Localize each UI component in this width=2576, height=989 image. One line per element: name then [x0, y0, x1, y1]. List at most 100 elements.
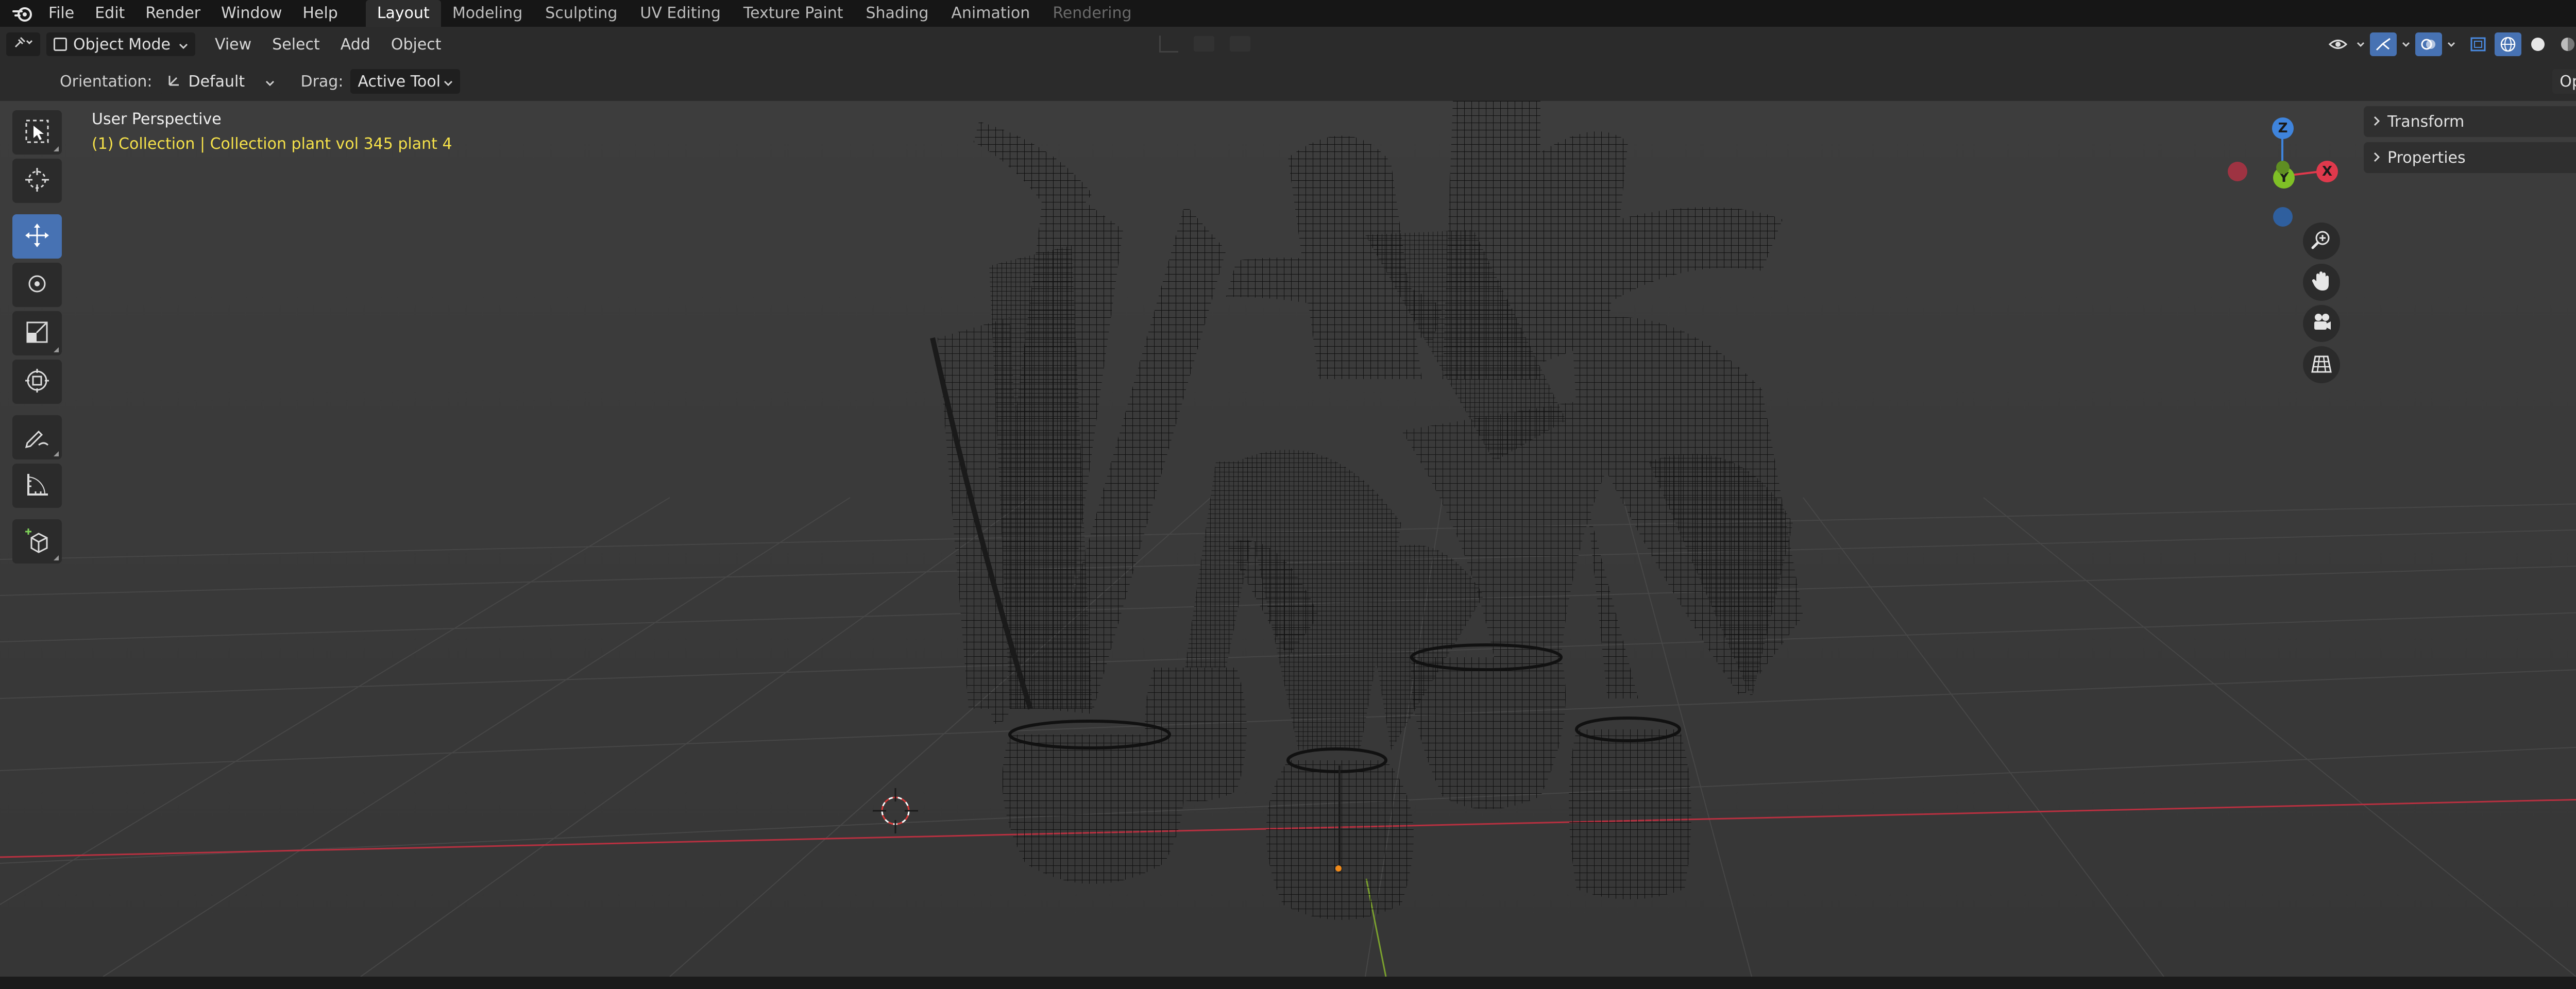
camera-view-button[interactable]	[2303, 305, 2340, 342]
mode-dropdown[interactable]: Object Mode	[46, 32, 195, 56]
hand-icon	[2310, 270, 2333, 295]
menu-edit[interactable]: Edit	[84, 0, 135, 27]
cursor-icon	[23, 166, 51, 196]
gizmo-neg-y-axis[interactable]	[2276, 161, 2290, 174]
proportional-icon	[1230, 36, 1250, 52]
panel-properties-label: Properties	[2387, 148, 2466, 167]
object-origin-dot	[1335, 865, 1342, 872]
viewport-scene	[0, 101, 2576, 977]
solid-shading-icon[interactable]	[2524, 32, 2551, 56]
panel-properties[interactable]: Properties	[2364, 142, 2576, 173]
drag-label: Drag:	[300, 72, 344, 91]
tab-shading[interactable]: Shading	[854, 0, 940, 27]
status-bar	[0, 977, 2576, 989]
cursor-tool[interactable]	[12, 159, 62, 203]
menu-help[interactable]: Help	[292, 0, 348, 27]
menu-select[interactable]: Select	[262, 36, 330, 54]
transform-tool[interactable]	[12, 360, 62, 404]
move-icon	[23, 221, 51, 251]
visibility-icon[interactable]	[2325, 32, 2351, 56]
gizmo-toggle-icon[interactable]	[2370, 32, 2397, 56]
chevron-down-icon	[179, 36, 188, 54]
options-label: Options	[2560, 72, 2576, 91]
tab-layout[interactable]: Layout	[365, 0, 441, 27]
tool-shelf	[12, 110, 65, 568]
grid-icon	[2310, 352, 2333, 377]
ortho-toggle-button[interactable]	[2303, 346, 2340, 383]
camera-icon	[2310, 311, 2333, 336]
menu-add[interactable]: Add	[330, 36, 381, 54]
sidebar-n-panel: Transform Properties	[2364, 101, 2576, 173]
add-cube-icon	[23, 526, 51, 556]
measure-icon	[23, 471, 51, 501]
add-cube-tool[interactable]	[12, 519, 62, 564]
overlays-icon[interactable]	[2415, 32, 2442, 56]
editor-type-icon	[13, 35, 33, 54]
drag-value: Active Tool	[358, 72, 441, 91]
object-mode-icon	[54, 38, 67, 51]
tab-animation[interactable]: Animation	[940, 0, 1041, 27]
scale-tool[interactable]	[12, 311, 62, 355]
gizmo-neg-z-axis[interactable]	[2273, 207, 2293, 227]
options-button[interactable]: Options	[2552, 69, 2576, 94]
zoom-view-button[interactable]	[2303, 223, 2340, 260]
pan-view-button[interactable]	[2303, 264, 2340, 301]
chevron-down-icon	[444, 73, 453, 91]
3d-viewport[interactable]: User Perspective (1) Collection | Collec…	[0, 101, 2576, 977]
top-menu-bar: File Edit Render Window Help Layout Mode…	[0, 0, 2576, 27]
gizmo-z-axis[interactable]: Z	[2272, 117, 2294, 139]
measure-tool[interactable]	[12, 464, 62, 508]
tab-rendering[interactable]: Rendering	[1041, 0, 1143, 27]
orientation-value: Default	[188, 72, 245, 91]
chevron-down-icon	[265, 73, 275, 91]
blender-logo-icon[interactable]	[7, 0, 38, 27]
chevron-down-icon[interactable]	[2400, 32, 2412, 56]
rotate-tool[interactable]	[12, 263, 62, 307]
global-axis-icon	[1159, 35, 1178, 53]
annotate-icon	[23, 422, 51, 452]
menu-window[interactable]: Window	[211, 0, 292, 27]
chevron-right-icon	[2373, 149, 2380, 167]
navigation-gizmo[interactable]: Z X Y	[2215, 107, 2339, 231]
gizmo-neg-x-axis[interactable]	[2228, 162, 2247, 181]
tool-settings-bar: Orientation: Default Drag: Active Tool O…	[0, 62, 2576, 101]
menu-view[interactable]: View	[205, 36, 262, 54]
menu-file[interactable]: File	[38, 0, 84, 27]
move-tool[interactable]	[12, 214, 62, 259]
menu-object[interactable]: Object	[381, 36, 452, 54]
select-box-tool[interactable]	[12, 110, 62, 155]
workspace-tabs: Layout Modeling Sculpting UV Editing Tex…	[365, 0, 1143, 27]
collection-info-label: (1) Collection | Collection plant vol 34…	[92, 135, 452, 153]
xray-toggle-icon[interactable]	[2465, 32, 2492, 56]
panel-transform[interactable]: Transform	[2364, 106, 2576, 137]
transform-orientation-faded[interactable]	[1159, 32, 1427, 56]
mode-label: Object Mode	[73, 35, 171, 54]
snap-icon	[1194, 36, 1214, 52]
zoom-icon	[2310, 229, 2333, 253]
menu-render[interactable]: Render	[135, 0, 211, 27]
viewport-header: Object Mode View Select Add Object	[0, 27, 2576, 62]
editor-type-button[interactable]	[6, 32, 40, 56]
rotate-icon	[23, 270, 51, 300]
chevron-down-icon[interactable]	[2445, 32, 2458, 56]
viewport-header-right	[2321, 27, 2576, 62]
annotate-tool[interactable]	[12, 415, 62, 459]
panel-transform-label: Transform	[2387, 112, 2465, 131]
scale-icon	[23, 318, 51, 348]
orientation-gizmo-icon	[166, 72, 182, 91]
material-shading-icon[interactable]	[2554, 32, 2576, 56]
orientation-label: Orientation:	[60, 72, 152, 91]
chevron-right-icon	[2373, 113, 2380, 131]
drag-dropdown[interactable]: Active Tool	[350, 69, 461, 94]
tab-modeling[interactable]: Modeling	[441, 0, 534, 27]
tab-uv-editing[interactable]: UV Editing	[629, 0, 732, 27]
tab-texture-paint[interactable]: Texture Paint	[732, 0, 855, 27]
tab-sculpting[interactable]: Sculpting	[534, 0, 629, 27]
chevron-down-icon[interactable]	[2354, 32, 2367, 56]
transform-icon	[23, 367, 51, 397]
select-box-icon	[23, 117, 51, 147]
gizmo-x-axis[interactable]: X	[2316, 161, 2338, 182]
view-perspective-label: User Perspective	[92, 110, 222, 128]
orientation-dropdown[interactable]: Default	[159, 69, 282, 94]
wireframe-shading-icon[interactable]	[2495, 32, 2521, 56]
